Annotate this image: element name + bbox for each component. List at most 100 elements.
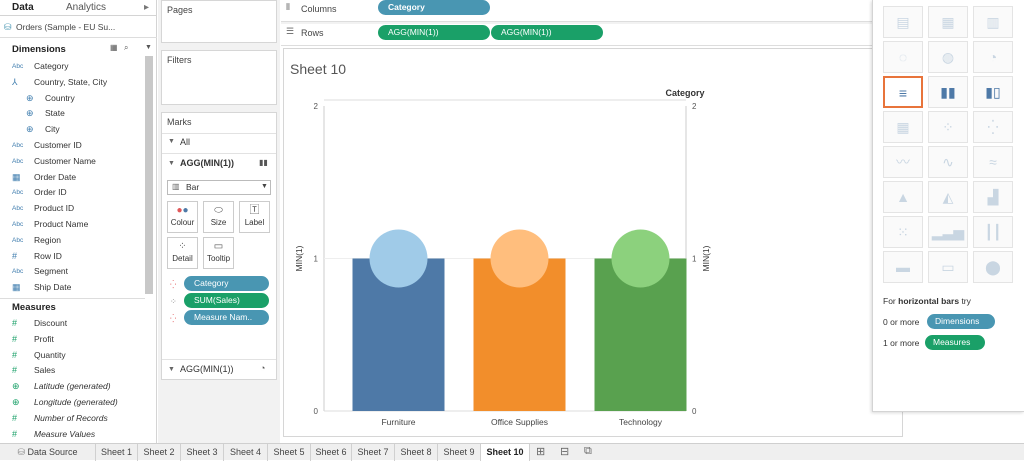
- dimension-item[interactable]: Abc Customer Name: [0, 154, 144, 169]
- columns-shelf[interactable]: ⦀ Columns Category: [281, 0, 903, 22]
- marks-agg-row[interactable]: ▼ AGG(MIN(1)) ▮▮: [162, 153, 276, 173]
- rows-pill-2[interactable]: AGG(MIN(1)): [491, 25, 603, 40]
- sum-sales-pill[interactable]: SUM(Sales): [184, 293, 269, 308]
- chart-type-dual-combination[interactable]: ▟: [973, 181, 1013, 213]
- colour-button[interactable]: ●● Colour: [167, 201, 198, 233]
- filters-card[interactable]: Filters: [161, 50, 277, 105]
- dimension-item[interactable]: Abc Product Name: [0, 217, 144, 232]
- chart-type-area-discrete[interactable]: ◭: [928, 181, 968, 213]
- field-type-icon: ⊕: [26, 108, 34, 119]
- chart-type-heat-map[interactable]: ▦: [928, 6, 968, 38]
- size-encoding-icon: ⁘: [170, 297, 177, 306]
- tab-data-source[interactable]: ⛁ Data Source: [0, 444, 96, 461]
- dimension-item[interactable]: ⊕ State: [0, 106, 144, 121]
- tab-sheet[interactable]: Sheet 6: [311, 444, 352, 461]
- tab-sheet[interactable]: Sheet 1: [96, 444, 138, 461]
- dimensions-menu-icon[interactable]: ▼: [145, 44, 152, 51]
- marks-agg-row-2[interactable]: ▼ AGG(MIN(1)) ◔: [162, 359, 276, 379]
- field-type-icon: Abc: [12, 236, 24, 244]
- tab-sheet[interactable]: Sheet 2: [138, 444, 181, 461]
- tab-label: Sheet 7: [357, 447, 389, 457]
- new-dashboard-icon[interactable]: ⊟: [560, 445, 569, 458]
- collapse-icon: ▼: [168, 160, 175, 167]
- dimension-item[interactable]: Abc Customer ID: [0, 138, 144, 153]
- scrollbar[interactable]: [145, 56, 153, 294]
- chart-type-dual-line[interactable]: ≈: [973, 146, 1013, 178]
- new-story-icon[interactable]: ⧉: [584, 445, 592, 458]
- datasource-item[interactable]: ⛁ Orders (Sample - EU Su...: [0, 16, 157, 38]
- chart-type-histogram[interactable]: ▂▃▅: [928, 216, 968, 248]
- sheet-tabs: ⛁ Data Source Sheet 1 Sheet 2 Sheet 3 Sheet …: [0, 443, 1024, 461]
- chart-type-scatter[interactable]: ⁙: [883, 216, 923, 248]
- tab-data[interactable]: Data: [12, 0, 34, 16]
- tooltip-button[interactable]: ▭ Tooltip: [203, 237, 234, 269]
- measure-item[interactable]: # Profit: [0, 332, 156, 347]
- search-icon[interactable]: ⌕: [124, 43, 128, 53]
- chart-type-pie[interactable]: ◔: [973, 41, 1013, 73]
- tab-sheet[interactable]: Sheet 8: [395, 444, 438, 461]
- dimension-item[interactable]: # Row ID: [0, 249, 144, 264]
- chart-type-line-discrete[interactable]: ∿: [928, 146, 968, 178]
- measure-item[interactable]: # Quantity: [0, 348, 156, 363]
- dimension-item[interactable]: Abc Segment: [0, 264, 144, 279]
- pages-card[interactable]: Pages: [161, 0, 277, 43]
- new-sheet-icon[interactable]: ⊞: [536, 445, 545, 458]
- chart-type-treemap[interactable]: ▦: [883, 111, 923, 143]
- chart-type-filled-map[interactable]: ◍: [928, 41, 968, 73]
- tab-sheet[interactable]: Sheet 5: [268, 444, 311, 461]
- dimension-item[interactable]: ⊕ Country: [0, 91, 144, 106]
- chart-type-stacked-bar[interactable]: ▮▮: [928, 76, 968, 108]
- chart-type-horizontal-bar[interactable]: ≡: [883, 76, 923, 108]
- category-pill[interactable]: Category: [184, 276, 269, 291]
- rows-pill-1[interactable]: AGG(MIN(1)): [378, 25, 490, 40]
- size-button[interactable]: ⬭ Size: [203, 201, 234, 233]
- measure-item[interactable]: ⊕ Latitude (generated): [0, 379, 156, 394]
- detail-button[interactable]: ⁘ Detail: [167, 237, 198, 269]
- marks-all-row[interactable]: ▼ All: [162, 133, 276, 151]
- dimension-item[interactable]: ⅄ Country, State, City: [0, 75, 144, 90]
- rows-shelf[interactable]: ☰ Rows AGG(MIN(1)) AGG(MIN(1)): [281, 24, 903, 46]
- tab-sheet[interactable]: Sheet 10: [481, 444, 530, 461]
- measure-item[interactable]: # Measure Values: [0, 427, 156, 442]
- datasource-name: Orders (Sample - EU Su...: [16, 22, 116, 32]
- tab-sheet[interactable]: Sheet 4: [224, 444, 268, 461]
- tab-sheet[interactable]: Sheet 7: [352, 444, 395, 461]
- dimension-item[interactable]: ▦ Ship Date: [0, 280, 144, 295]
- chart-type-side-by-side-bar[interactable]: ▮▯: [973, 76, 1013, 108]
- chart-type-packed-bubble[interactable]: ⬤: [973, 251, 1013, 283]
- columns-category-pill[interactable]: Category: [378, 0, 490, 15]
- field-label: Latitude (generated): [34, 381, 111, 392]
- label-button[interactable]: 🅃 Label: [239, 201, 270, 233]
- measure-item[interactable]: ⊕ Longitude (generated): [0, 395, 156, 410]
- color-encoding-icon: ⁛: [170, 280, 177, 289]
- chart-type-side-by-side-circle[interactable]: ⁛: [973, 111, 1013, 143]
- tab-analytics[interactable]: Analytics: [66, 0, 106, 16]
- mark-type-dropdown[interactable]: ▥ Bar ▼: [167, 180, 271, 195]
- field-type-icon: Abc: [12, 268, 24, 276]
- field-label: Customer ID: [34, 140, 82, 150]
- chart-type-circle-view[interactable]: ⁘: [928, 111, 968, 143]
- chart-type-line-continuous[interactable]: 〰: [883, 146, 923, 178]
- tab-sheet[interactable]: Sheet 9: [438, 444, 481, 461]
- chart-type-text-table[interactable]: ▤: [883, 6, 923, 38]
- chart-type-highlight-table[interactable]: ▥: [973, 6, 1013, 38]
- tab-sheet[interactable]: Sheet 3: [181, 444, 224, 461]
- measure-names-pill[interactable]: Measure Nam..: [184, 310, 269, 325]
- chart-type-gantt[interactable]: ▬: [883, 251, 923, 283]
- dimension-item[interactable]: Abc Order ID: [0, 185, 144, 200]
- measure-item[interactable]: # Sales: [0, 363, 156, 378]
- chart-type-area-continuous[interactable]: ▲: [883, 181, 923, 213]
- dimension-item[interactable]: ⊕ City: [0, 122, 144, 137]
- measure-item[interactable]: # Discount: [0, 316, 156, 331]
- chart-type-box-whisker[interactable]: ┃┃: [973, 216, 1013, 248]
- dimension-item[interactable]: Abc Category: [0, 59, 144, 74]
- measure-item[interactable]: # Number of Records: [0, 411, 156, 426]
- dimension-item[interactable]: Abc Product ID: [0, 201, 144, 216]
- chart-type-bullet[interactable]: ▭: [928, 251, 968, 283]
- pane-menu-icon[interactable]: ▸: [144, 0, 149, 16]
- label-icon: 🅃: [249, 205, 260, 216]
- dimension-item[interactable]: ▦ Order Date: [0, 170, 144, 185]
- dimension-item[interactable]: Abc Region: [0, 233, 144, 248]
- view-toggle-icon[interactable]: ▦: [110, 43, 118, 52]
- chart-type-symbol-map[interactable]: ◌: [883, 41, 923, 73]
